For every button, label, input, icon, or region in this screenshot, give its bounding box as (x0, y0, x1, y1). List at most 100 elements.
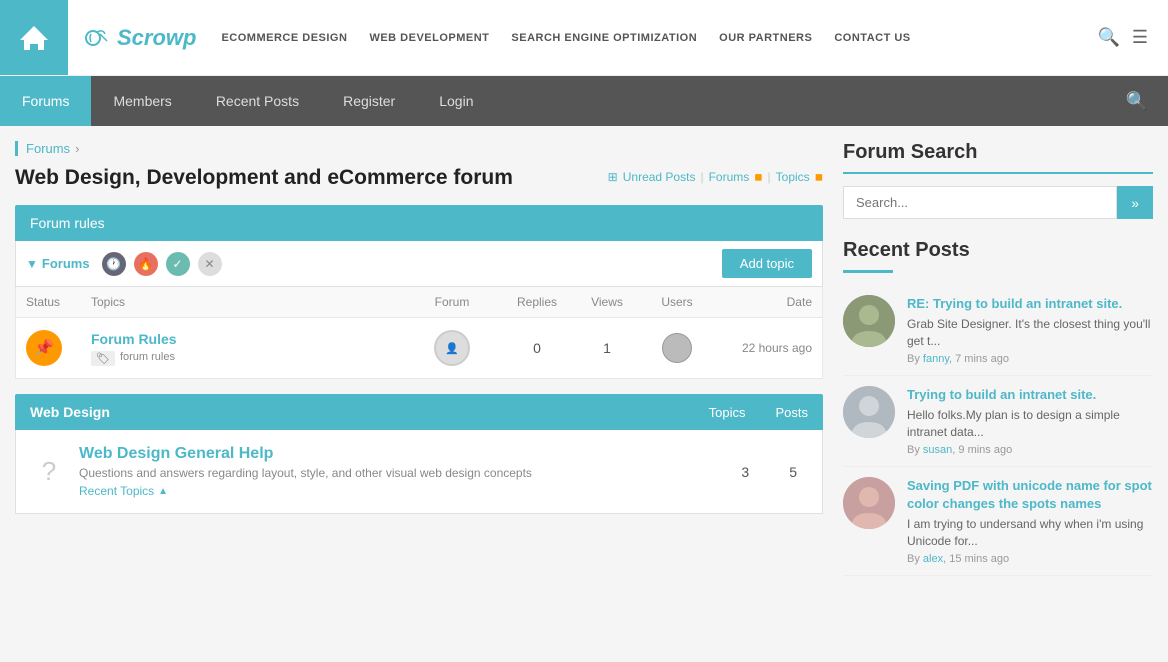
filter-x-icon[interactable]: ✕ (198, 252, 222, 276)
layers-icon: ⊞ (608, 170, 618, 184)
avatar (843, 477, 895, 529)
section-col-labels: Topics Posts (709, 405, 808, 420)
col-date: Date (712, 295, 812, 309)
recent-post-item: Saving PDF with unicode name for spot co… (843, 467, 1153, 576)
menu-icon[interactable]: ☰ (1132, 27, 1148, 48)
rp-title-link[interactable]: Trying to build an intranet site. (907, 386, 1153, 404)
rp-time: 15 mins ago (949, 553, 1009, 565)
page-title: Web Design, Development and eCommerce fo… (15, 166, 513, 190)
top-nav-links: ECOMMERCE DESIGN WEB DEVELOPMENT SEARCH … (221, 32, 1097, 44)
avatar-image (843, 477, 895, 529)
filter-fire-icon[interactable]: 🔥 (134, 252, 158, 276)
nav-link-ecommerce[interactable]: ECOMMERCE DESIGN (221, 32, 347, 44)
recent-post-item: RE: Trying to build an intranet site. Gr… (843, 285, 1153, 376)
user-avatar (662, 333, 692, 363)
topic-tag-label: forum rules (120, 351, 175, 366)
table-row: 📌 Forum Rules 🏷 forum rules 👤 0 1 22 hou… (15, 317, 823, 379)
category-recent-topics[interactable]: Recent Topics ▲ (79, 484, 729, 498)
section-title: Web Design (30, 404, 709, 420)
avatar-image (843, 295, 895, 347)
title-links: ⊞ Unread Posts | Forums ◼ | Topics ◼ (608, 170, 823, 184)
date-cell: 22 hours ago (712, 341, 812, 355)
forum-rules-label: Forum rules (30, 215, 105, 231)
search-box-row: » (843, 186, 1153, 219)
forum-avatar-cell: 👤 (402, 330, 502, 366)
recent-post-item: Trying to build an intranet site. Hello … (843, 376, 1153, 467)
category-counts: 3 5 (741, 464, 807, 480)
forum-search-section: Forum Search » (843, 141, 1153, 219)
rp-author-link[interactable]: susan (923, 444, 952, 456)
forums-filter-row: ▼ Forums 🕐 🔥 ✓ ✕ Add topic (15, 241, 823, 287)
divider-1: | (700, 170, 703, 184)
tab-members[interactable]: Members (91, 76, 193, 126)
recent-posts-title: Recent Posts (843, 239, 1153, 262)
replies-cell: 0 (502, 340, 572, 356)
nav-link-seo[interactable]: SEARCH ENGINE OPTIMIZATION (511, 32, 697, 44)
category-question-icon: ? (31, 454, 67, 490)
rp-title-link[interactable]: Saving PDF with unicode name for spot co… (907, 477, 1153, 513)
col-topics: Topics (91, 295, 402, 309)
users-cell (642, 333, 712, 363)
tab-register[interactable]: Register (321, 76, 417, 126)
recent-post-content: Trying to build an intranet site. Hello … (907, 386, 1153, 456)
home-icon-box[interactable] (0, 0, 68, 75)
section-bar: Web Design Topics Posts (15, 394, 823, 430)
avatar (843, 295, 895, 347)
search-icon[interactable]: 🔍 (1097, 27, 1119, 48)
top-nav: Scrowp ECOMMERCE DESIGN WEB DEVELOPMENT … (0, 0, 1168, 76)
topics-col-label: Topics (709, 405, 746, 420)
search-input[interactable] (843, 186, 1117, 219)
category-info: Web Design General Help Questions and an… (79, 445, 729, 498)
chevron-up-icon: ▲ (158, 486, 168, 497)
forums-filter-label[interactable]: Forums (42, 256, 90, 271)
forums-link[interactable]: Forums (709, 170, 750, 184)
col-views: Views (572, 295, 642, 309)
tab-recent-posts[interactable]: Recent Posts (194, 76, 321, 126)
rp-meta: By fanny, 7 mins ago (907, 353, 1153, 365)
recent-topics-label[interactable]: Recent Topics (79, 484, 154, 498)
recent-posts-section: Recent Posts RE: Trying to build an intr… (843, 239, 1153, 576)
col-status: Status (26, 295, 91, 309)
rp-excerpt: Hello folks.My plan is to design a simpl… (907, 407, 1153, 441)
nav-link-partners[interactable]: OUR PARTNERS (719, 32, 812, 44)
nav-link-webdev[interactable]: WEB DEVELOPMENT (369, 32, 489, 44)
posts-count: 5 (789, 464, 797, 480)
rp-time: 7 mins ago (955, 353, 1009, 365)
nav-link-contact[interactable]: CONTACT US (834, 32, 910, 44)
topics-count: 3 (741, 464, 749, 480)
page-title-row: Web Design, Development and eCommerce fo… (15, 166, 823, 190)
col-forum: Forum (402, 295, 502, 309)
rp-meta: By alex, 15 mins ago (907, 553, 1153, 565)
topic-title-cell: Forum Rules 🏷 forum rules (91, 331, 402, 366)
filter-clock-icon[interactable]: 🕐 (102, 252, 126, 276)
forum-category-row: ? Web Design General Help Questions and … (15, 430, 823, 514)
secondary-nav: Forums Members Recent Posts Register Log… (0, 76, 1168, 126)
topic-title-link[interactable]: Forum Rules (91, 331, 177, 347)
filter-check-icon[interactable]: ✓ (166, 252, 190, 276)
tab-forums[interactable]: Forums (0, 76, 91, 126)
category-desc: Questions and answers regarding layout, … (79, 466, 729, 480)
search-button[interactable]: » (1117, 186, 1153, 219)
topic-tag: 🏷 (91, 351, 115, 366)
avatar-image (843, 386, 895, 438)
rp-author-link[interactable]: alex (923, 553, 943, 565)
category-title-link[interactable]: Web Design General Help (79, 445, 273, 462)
unread-posts-link[interactable]: Unread Posts (623, 170, 696, 184)
forum-search-title: Forum Search (843, 141, 1153, 164)
tab-login[interactable]: Login (417, 76, 495, 126)
add-topic-button[interactable]: Add topic (722, 249, 812, 278)
rp-title-link[interactable]: RE: Trying to build an intranet site. (907, 295, 1153, 313)
web-design-section: Web Design Topics Posts ? Web Design Gen… (15, 394, 823, 514)
rp-meta: By susan, 9 mins ago (907, 444, 1153, 456)
logo-icon (83, 24, 111, 52)
breadcrumb-forums-link[interactable]: Forums (26, 141, 70, 156)
rp-excerpt: Grab Site Designer. It's the closest thi… (907, 316, 1153, 350)
posts-col-label: Posts (775, 405, 808, 420)
col-replies: Replies (502, 295, 572, 309)
rp-author-link[interactable]: fanny (923, 353, 949, 365)
secondary-nav-search-icon[interactable]: 🔍 (1126, 91, 1168, 112)
topics-link[interactable]: Topics (776, 170, 810, 184)
rss-icon-1: ◼ (754, 172, 762, 183)
divider-2: | (768, 170, 771, 184)
logo[interactable]: Scrowp (68, 24, 211, 52)
